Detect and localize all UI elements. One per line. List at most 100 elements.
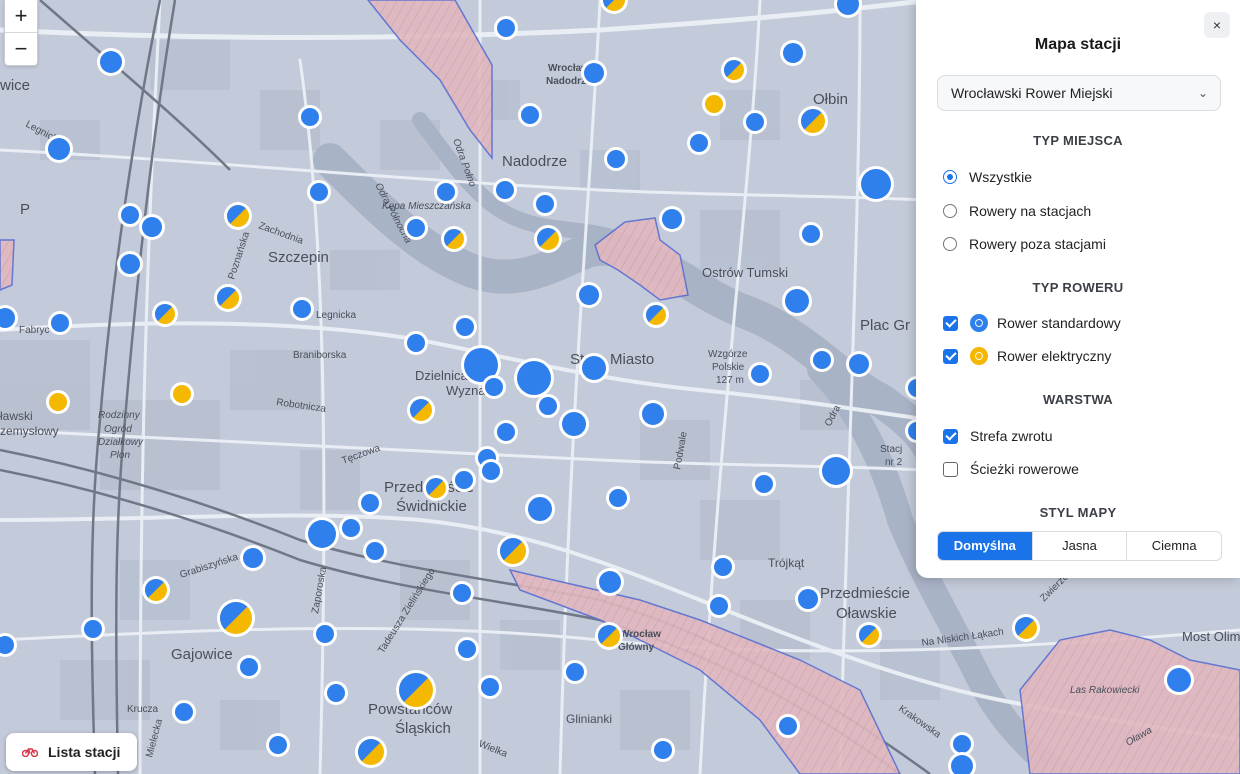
style-default-button[interactable]: Domyślna: [938, 532, 1032, 560]
station-marker-standard[interactable]: [450, 581, 474, 605]
radio-all[interactable]: Wszystkie: [943, 166, 1032, 188]
station-marker-standard[interactable]: [339, 516, 363, 540]
station-marker-standard[interactable]: [404, 331, 428, 355]
station-marker-standard[interactable]: [748, 362, 772, 386]
close-icon[interactable]: ×: [1204, 12, 1230, 38]
station-marker-standard[interactable]: [305, 517, 339, 551]
station-marker-mixed[interactable]: [441, 226, 467, 252]
radio-bikes-at-stations[interactable]: Rowery na stacjach: [943, 200, 1091, 222]
station-marker-mixed[interactable]: [396, 670, 436, 710]
station-marker-standard[interactable]: [799, 222, 823, 246]
station-marker-standard[interactable]: [858, 166, 894, 202]
station-marker-electric[interactable]: [170, 382, 194, 406]
zoom-in-button[interactable]: +: [5, 0, 37, 32]
station-marker-standard[interactable]: [290, 297, 314, 321]
station-marker-standard[interactable]: [795, 586, 821, 612]
station-marker-standard[interactable]: [363, 539, 387, 563]
station-marker-standard[interactable]: [651, 738, 675, 762]
station-marker-electric[interactable]: [702, 92, 726, 116]
station-marker-standard[interactable]: [604, 147, 628, 171]
station-marker-standard[interactable]: [533, 192, 557, 216]
station-marker-standard[interactable]: [139, 214, 165, 240]
station-marker-standard[interactable]: [237, 655, 261, 679]
station-marker-standard[interactable]: [576, 282, 602, 308]
station-marker-mixed[interactable]: [142, 576, 170, 604]
station-marker-standard[interactable]: [752, 472, 776, 496]
station-marker-mixed[interactable]: [643, 302, 669, 328]
station-marker-standard[interactable]: [514, 358, 554, 398]
station-marker-mixed[interactable]: [423, 475, 449, 501]
station-marker-mixed[interactable]: [595, 622, 623, 650]
station-marker-standard[interactable]: [478, 675, 502, 699]
station-marker-mixed[interactable]: [355, 736, 387, 768]
station-marker-mixed[interactable]: [798, 106, 828, 136]
station-marker-electric[interactable]: [46, 390, 70, 414]
radio-bikes-outside-stations[interactable]: Rowery poza stacjami: [943, 233, 1106, 255]
station-marker-standard[interactable]: [482, 375, 506, 399]
station-list-button[interactable]: Lista stacji: [6, 733, 137, 771]
station-marker-standard[interactable]: [536, 394, 560, 418]
station-marker-standard[interactable]: [479, 459, 503, 483]
station-marker-standard[interactable]: [782, 286, 812, 316]
station-marker-standard[interactable]: [596, 568, 624, 596]
checkbox-return-zone[interactable]: Strefa zwrotu: [943, 425, 1052, 447]
station-marker-standard[interactable]: [324, 681, 348, 705]
station-marker-standard[interactable]: [494, 420, 518, 444]
station-marker-standard[interactable]: [455, 637, 479, 661]
zoom-out-button[interactable]: −: [5, 32, 37, 65]
station-marker-mixed[interactable]: [224, 202, 252, 230]
station-marker-standard[interactable]: [525, 494, 555, 524]
station-marker-standard[interactable]: [559, 409, 589, 439]
style-dark-button[interactable]: Ciemna: [1126, 532, 1221, 560]
station-marker-standard[interactable]: [581, 60, 607, 86]
station-marker-mixed[interactable]: [721, 57, 747, 83]
station-marker-standard[interactable]: [452, 468, 476, 492]
station-marker-standard[interactable]: [298, 105, 322, 129]
station-marker-standard[interactable]: [97, 48, 125, 76]
station-marker-standard[interactable]: [266, 733, 290, 757]
station-marker-standard[interactable]: [118, 203, 142, 227]
station-marker-standard[interactable]: [493, 178, 517, 202]
station-marker-standard[interactable]: [707, 594, 731, 618]
station-marker-standard[interactable]: [776, 714, 800, 738]
station-marker-standard[interactable]: [434, 180, 458, 204]
station-marker-mixed[interactable]: [1012, 614, 1040, 642]
station-marker-standard[interactable]: [117, 251, 143, 277]
station-marker-standard[interactable]: [81, 617, 105, 641]
station-marker-standard[interactable]: [518, 103, 542, 127]
station-marker-mixed[interactable]: [856, 622, 882, 648]
station-marker-standard[interactable]: [45, 135, 73, 163]
station-marker-standard[interactable]: [172, 700, 196, 724]
checkbox-electric-bike[interactable]: Rower elektryczny: [943, 345, 1111, 367]
station-marker-mixed[interactable]: [534, 225, 562, 253]
station-marker-mixed[interactable]: [214, 284, 242, 312]
station-marker-standard[interactable]: [453, 315, 477, 339]
station-marker-standard[interactable]: [494, 16, 518, 40]
station-marker-standard[interactable]: [819, 454, 853, 488]
station-marker-standard[interactable]: [606, 486, 630, 510]
station-marker-standard[interactable]: [358, 491, 382, 515]
station-marker-standard[interactable]: [579, 353, 609, 383]
station-marker-mixed[interactable]: [217, 599, 255, 637]
station-marker-standard[interactable]: [846, 351, 872, 377]
station-marker-standard[interactable]: [743, 110, 767, 134]
checkbox-standard-bike[interactable]: Rower standardowy: [943, 312, 1121, 334]
station-marker-standard[interactable]: [711, 555, 735, 579]
checkbox-bike-paths[interactable]: Ścieżki rowerowe: [943, 458, 1079, 480]
station-marker-standard[interactable]: [780, 40, 806, 66]
station-marker-standard[interactable]: [48, 311, 72, 335]
style-light-button[interactable]: Jasna: [1031, 532, 1127, 560]
station-marker-standard[interactable]: [1164, 665, 1194, 695]
station-marker-standard[interactable]: [404, 216, 428, 240]
station-marker-standard[interactable]: [810, 348, 834, 372]
station-marker-standard[interactable]: [307, 180, 331, 204]
station-marker-standard[interactable]: [659, 206, 685, 232]
station-marker-standard[interactable]: [687, 131, 711, 155]
station-marker-standard[interactable]: [240, 545, 266, 571]
station-marker-mixed[interactable]: [407, 396, 435, 424]
station-marker-mixed[interactable]: [152, 301, 178, 327]
station-marker-standard[interactable]: [563, 660, 587, 684]
station-marker-mixed[interactable]: [497, 535, 529, 567]
station-marker-standard[interactable]: [639, 400, 667, 428]
system-select[interactable]: Wrocławski Rower Miejski ⌄: [937, 75, 1221, 111]
